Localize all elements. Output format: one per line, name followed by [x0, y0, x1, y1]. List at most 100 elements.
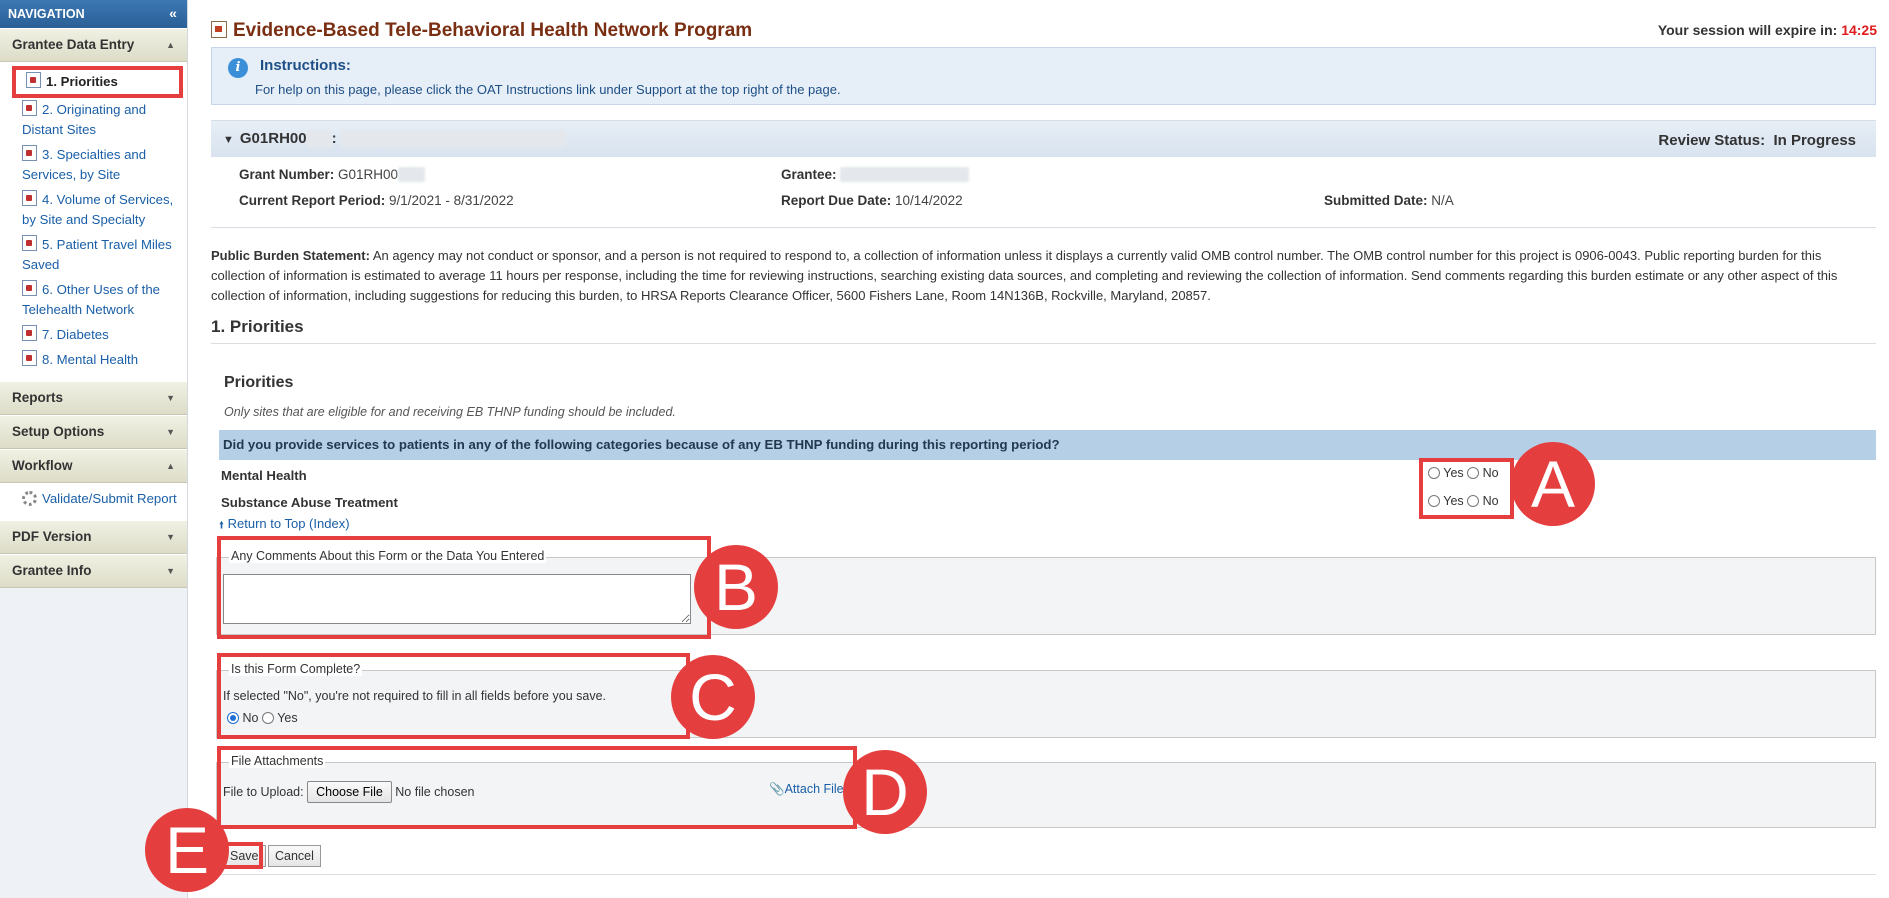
section-reports[interactable]: Reports ▼ — [0, 381, 187, 415]
nav-item-label: 4. Volume of Services, by Site and Speci… — [22, 192, 174, 227]
submitted-value: N/A — [1431, 193, 1454, 208]
gear-icon — [22, 491, 37, 506]
session-label: Your session will expire in: — [1657, 22, 1838, 38]
public-burden-statement: Public Burden Statement: An agency may n… — [211, 246, 1876, 306]
callout-badge-c: C — [671, 655, 755, 739]
burden-text: An agency may not conduct or sponsor, an… — [211, 248, 1838, 303]
section-setup-options[interactable]: Setup Options ▼ — [0, 415, 187, 449]
due-date-label: Report Due Date: — [781, 193, 892, 208]
callout-box-d — [217, 746, 857, 829]
return-to-top-text[interactable]: Return to Top (Index) — [228, 516, 350, 531]
due-date-value: 10/14/2022 — [895, 193, 963, 208]
section-label: Reports — [12, 390, 64, 405]
navigation-header: NAVIGATION « — [0, 0, 187, 28]
grant-number-value: G01RH00 — [338, 167, 399, 182]
grantee-data-entry-items: 1. Priorities 2. Originating and Distant… — [0, 62, 187, 381]
nav-item-validate-submit[interactable]: Validate/Submit Report — [0, 487, 187, 512]
callout-box-c — [217, 653, 690, 739]
section-grantee-data-entry[interactable]: Grantee Data Entry ▲ — [0, 28, 187, 62]
redacted-number: xxxx — [398, 167, 426, 182]
caret-up-icon: ▲ — [166, 40, 175, 50]
grant-id: ▼G01RH00xxx: xxxxxxxxxxxxxxxxxxxxxxxxxxx — [223, 130, 567, 147]
nav-item-specialties-services[interactable]: 3. Specialties and Services, by Site — [0, 143, 187, 188]
session-time: 14:25 — [1841, 22, 1877, 38]
form-icon — [22, 100, 37, 116]
nav-item-originating-distant-sites[interactable]: 2. Originating and Distant Sites — [0, 98, 187, 143]
nav-item-label: 2. Originating and Distant Sites — [22, 102, 147, 137]
grant-id-prefix: G01RH00 — [239, 130, 307, 147]
callout-badge-e: E — [145, 808, 229, 892]
caret-down-icon: ▼ — [166, 532, 175, 542]
arrow-up-icon: 🠙 — [219, 520, 225, 531]
nav-item-label: 3. Specialties and Services, by Site — [22, 147, 147, 182]
workflow-items: Validate/Submit Report — [0, 483, 187, 520]
nav-item-label: 8. Mental Health — [42, 352, 139, 367]
redacted-grantee: xxxxxxxxxxxxxxxxxxx — [840, 167, 969, 182]
nav-item-label: 1. Priorities — [46, 74, 118, 89]
callout-box-b — [217, 536, 711, 639]
category-mental-health: Mental Health — [221, 468, 307, 483]
section-label: Setup Options — [12, 424, 105, 439]
page-title-text: Evidence-Based Tele-Behavioral Health Ne… — [233, 20, 753, 41]
form-icon — [22, 145, 37, 161]
nav-item-label: Validate/Submit Report — [42, 491, 177, 506]
redacted-grantee-name: xxxxxxxxxxxxxxxxxxxxxxxxxxx — [340, 130, 567, 147]
caret-down-icon: ▼ — [166, 566, 175, 576]
callout-box-a — [1419, 458, 1514, 519]
nav-item-label: 7. Diabetes — [42, 327, 109, 342]
return-to-top-link[interactable]: 🠙 Return to Top (Index) — [219, 516, 350, 535]
report-due-date: Report Due Date: 10/14/2022 — [781, 193, 963, 208]
form-icon — [22, 325, 37, 341]
nav-item-other-uses[interactable]: 6. Other Uses of the Telehealth Network — [0, 278, 187, 323]
burden-label: Public Burden Statement: — [211, 248, 370, 263]
collapse-sidebar-icon[interactable]: « — [165, 6, 181, 22]
section-label: Grantee Info — [12, 563, 92, 578]
divider — [211, 874, 1876, 875]
form-icon — [22, 350, 37, 366]
category-substance-abuse: Substance Abuse Treatment — [221, 495, 398, 510]
caret-down-icon: ▼ — [166, 427, 175, 437]
nav-item-patient-travel-miles[interactable]: 5. Patient Travel Miles Saved — [0, 233, 187, 278]
review-status: Review Status: In Progress — [1658, 132, 1856, 149]
grant-summary: ▼G01RH00xxx: xxxxxxxxxxxxxxxxxxxxxxxxxxx… — [211, 120, 1876, 228]
main-content: Evidence-Based Tele-Behavioral Health Ne… — [145, 0, 1877, 892]
nav-item-volume-of-services[interactable]: 4. Volume of Services, by Site and Speci… — [0, 188, 187, 233]
nav-item-mental-health[interactable]: 8. Mental Health — [0, 348, 187, 373]
page-title: Evidence-Based Tele-Behavioral Health Ne… — [211, 20, 752, 42]
submitted-date: Submitted Date: N/A — [1324, 193, 1454, 208]
info-icon: i — [228, 58, 248, 78]
collapse-triangle-icon[interactable]: ▼ — [223, 134, 234, 146]
cancel-button[interactable]: Cancel — [268, 845, 321, 867]
section-pdf-version[interactable]: PDF Version ▼ — [0, 520, 187, 554]
section-workflow[interactable]: Workflow ▲ — [0, 449, 187, 483]
nav-item-label: 6. Other Uses of the Telehealth Network — [22, 282, 161, 317]
navigation-title: NAVIGATION — [8, 7, 85, 21]
caret-down-icon: ▼ — [166, 393, 175, 403]
grant-number: Grant Number: G01RH00xxxx — [239, 167, 426, 182]
section-label: Workflow — [12, 458, 73, 473]
grantee-label: Grantee: — [781, 167, 837, 182]
section-grantee-info[interactable]: Grantee Info ▼ — [0, 554, 187, 588]
callout-badge-a: A — [1511, 442, 1595, 526]
callout-badge-d: D — [843, 750, 927, 834]
form-icon — [22, 235, 37, 251]
form-icon — [22, 280, 37, 296]
review-status-label: Review Status: — [1658, 132, 1766, 149]
callout-badge-b: B — [694, 545, 778, 629]
form-icon — [211, 21, 227, 38]
priorities-question: Did you provide services to patients in … — [219, 430, 1876, 460]
priorities-title: Priorities — [224, 374, 294, 391]
current-report-period: Current Report Period: 9/1/2021 - 8/31/2… — [239, 193, 514, 208]
grant-number-label: Grant Number: — [239, 167, 335, 182]
nav-item-label: 5. Patient Travel Miles Saved — [22, 237, 172, 272]
nav-item-priorities[interactable]: 1. Priorities — [12, 66, 183, 98]
nav-item-diabetes[interactable]: 7. Diabetes — [0, 323, 187, 348]
section-label: PDF Version — [12, 529, 92, 544]
section-title: 1. Priorities — [211, 317, 304, 336]
review-status-value: In Progress — [1773, 132, 1856, 149]
form-icon — [26, 72, 41, 88]
grantee: Grantee: xxxxxxxxxxxxxxxxxxx — [781, 167, 969, 182]
grant-summary-header[interactable]: ▼G01RH00xxx: xxxxxxxxxxxxxxxxxxxxxxxxxxx… — [211, 121, 1876, 157]
redacted-id: xxx — [306, 130, 332, 147]
instructions-title: Instructions: — [260, 57, 351, 74]
